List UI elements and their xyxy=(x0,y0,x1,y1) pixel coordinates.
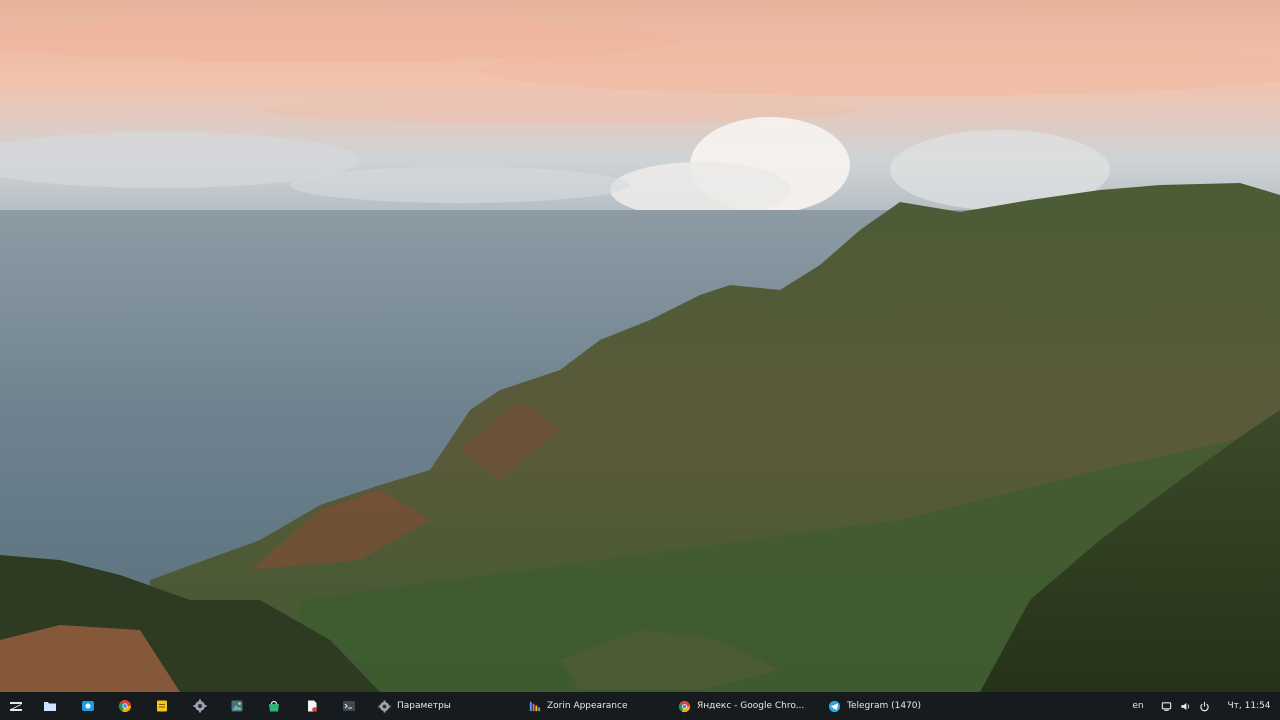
files-icon xyxy=(44,702,56,711)
volume-icon xyxy=(1180,702,1189,710)
terminal-launcher[interactable] xyxy=(338,695,360,717)
display-tray-button[interactable] xyxy=(1158,695,1174,717)
task-chrome-window[interactable]: Яндекс - Google Chro... xyxy=(678,695,808,717)
settings-gear-icon xyxy=(378,699,391,713)
zorin-appearance-icon xyxy=(529,701,541,711)
chrome-launcher[interactable] xyxy=(114,695,136,717)
document-viewer-icon xyxy=(308,700,317,712)
document-viewer-launcher[interactable] xyxy=(301,695,323,717)
settings-gear-icon xyxy=(193,699,207,713)
clock-label: Чт, 11:54 xyxy=(1227,701,1271,711)
task-settings-window[interactable]: Параметры xyxy=(378,695,508,717)
power-tray-button[interactable] xyxy=(1196,695,1212,717)
task-label: Telegram (1470) xyxy=(847,701,922,711)
software-store-launcher[interactable] xyxy=(263,695,285,717)
task-telegram-window[interactable]: Telegram (1470) xyxy=(828,695,958,717)
settings-launcher[interactable] xyxy=(189,695,211,717)
chrome-icon xyxy=(118,700,131,713)
task-label: Яндекс - Google Chro... xyxy=(697,701,805,711)
power-icon xyxy=(1199,701,1209,711)
keyboard-layout-label: en xyxy=(1132,701,1144,711)
notes-icon xyxy=(157,700,167,712)
volume-tray-button[interactable] xyxy=(1177,695,1193,717)
clock[interactable]: Чт, 11:54 xyxy=(1222,695,1276,717)
task-label: Zorin Appearance xyxy=(547,701,628,711)
image-viewer-icon xyxy=(231,700,243,712)
zorin-menu-icon xyxy=(10,702,22,711)
desktop-wallpaper xyxy=(0,0,1280,692)
files-launcher[interactable] xyxy=(39,695,61,717)
taskbar: Параметры Zorin Appearance Яндекс - Goog… xyxy=(0,692,1280,720)
task-label: Параметры xyxy=(397,701,451,711)
task-zorin-appearance-window[interactable]: Zorin Appearance xyxy=(528,695,658,717)
screenshot-launcher[interactable] xyxy=(77,695,99,717)
software-store-icon xyxy=(269,700,279,712)
keyboard-layout-indicator[interactable]: en xyxy=(1128,695,1148,717)
screenshot-icon xyxy=(82,701,94,711)
chrome-icon xyxy=(678,700,691,712)
display-icon xyxy=(1161,701,1171,711)
image-viewer-launcher[interactable] xyxy=(226,695,248,717)
telegram-icon xyxy=(828,700,841,712)
zorin-menu-button[interactable] xyxy=(5,695,27,717)
notes-launcher[interactable] xyxy=(151,695,173,717)
terminal-icon xyxy=(343,701,355,711)
